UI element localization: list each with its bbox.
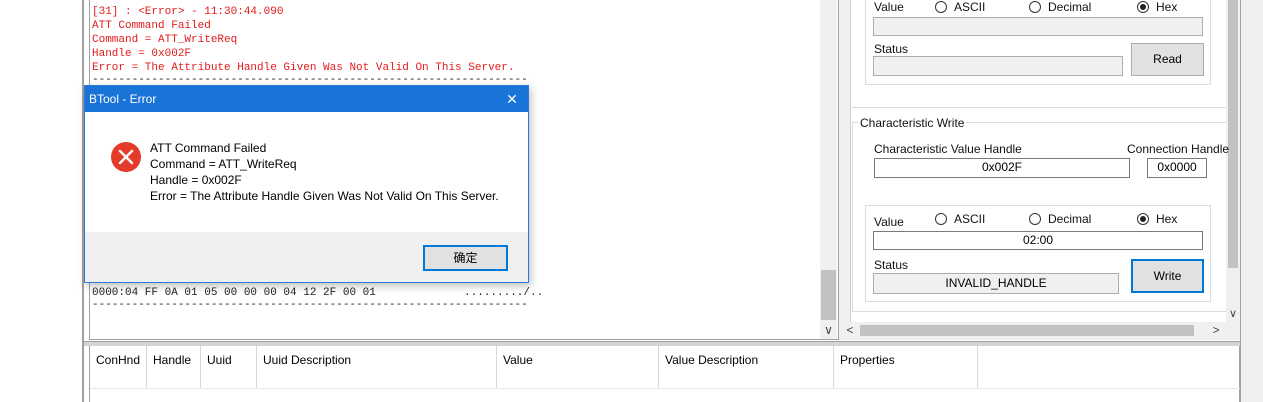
write-status-label: Status: [874, 258, 909, 272]
log-line: Handle = 0x002F: [92, 48, 192, 60]
char-value-handle-label: Characteristic Value Handle: [874, 142, 1022, 156]
read-value-label: Value: [874, 0, 904, 14]
connection-handle-label: Connection Handle: [1127, 142, 1230, 156]
log-line: ATT Command Failed: [92, 20, 211, 32]
table-header-underline: [90, 388, 1241, 389]
right-hscrollbar-thumb[interactable]: [860, 325, 1194, 336]
dialog-titlebar: BTool - Error ✕: [85, 86, 528, 112]
read-hex-radio[interactable]: [1137, 1, 1149, 13]
read-ascii-label: ASCII: [954, 0, 986, 14]
scroll-right-icon[interactable]: >: [1208, 322, 1224, 339]
write-ascii-label: ASCII: [954, 212, 986, 226]
read-value-field[interactable]: [873, 17, 1203, 36]
read-decimal-radio[interactable]: [1029, 1, 1041, 13]
error-dialog: BTool - Error ✕ ATT Command Failed Comma…: [84, 85, 529, 283]
dialog-message-line: Error = The Attribute Handle Given Was N…: [150, 189, 499, 203]
read-status-label: Status: [874, 42, 909, 56]
scroll-down-icon[interactable]: ∨: [820, 322, 837, 339]
log-line: Command = ATT_WriteReq: [92, 34, 238, 46]
right-vscrollbar[interactable]: ∨: [1226, 0, 1240, 322]
right-vscrollbar-thumb[interactable]: [1228, 0, 1238, 268]
log-bottom-border: [89, 339, 838, 340]
char-value-handle-input[interactable]: 0x002F: [874, 158, 1130, 178]
scroll-left-icon[interactable]: <: [842, 322, 858, 339]
log-scrollbar-thumb[interactable]: [821, 270, 836, 320]
right-window-edge: [1240, 0, 1263, 402]
log-separator: ----------------------------------------…: [92, 299, 528, 311]
scroll-down-icon[interactable]: ∨: [1226, 306, 1240, 322]
write-decimal-radio[interactable]: [1029, 213, 1041, 225]
read-button[interactable]: Read: [1131, 43, 1204, 76]
write-button[interactable]: Write: [1131, 259, 1204, 293]
column-header-conhnd[interactable]: ConHnd: [90, 346, 147, 388]
column-header-value-description[interactable]: Value Description: [659, 346, 834, 388]
connection-handle-input[interactable]: 0x0000: [1147, 158, 1207, 178]
read-hex-label: Hex: [1156, 0, 1178, 14]
dialog-title: BTool - Error: [89, 92, 157, 106]
write-value-label: Value: [874, 215, 904, 229]
write-status-field: INVALID_HANDLE: [873, 273, 1119, 294]
write-hex-radio[interactable]: [1137, 213, 1149, 225]
read-ascii-radio[interactable]: [935, 1, 947, 13]
write-groupbox-title: Characteristic Write: [858, 116, 967, 130]
column-header-handle[interactable]: Handle: [147, 346, 201, 388]
write-decimal-label: Decimal: [1048, 212, 1092, 226]
dialog-message-line: Handle = 0x002F: [150, 173, 242, 187]
attribute-table: ConHnd Handle Uuid Uuid Description Valu…: [89, 346, 1241, 402]
right-hscrollbar[interactable]: < >: [842, 322, 1226, 339]
write-hex-label: Hex: [1156, 212, 1178, 226]
column-header-value[interactable]: Value: [497, 346, 659, 388]
column-header-uuid-description[interactable]: Uuid Description: [257, 346, 497, 388]
close-icon[interactable]: ✕: [500, 89, 524, 109]
log-scrollbar[interactable]: ∨: [820, 0, 837, 339]
write-ascii-radio[interactable]: [935, 213, 947, 225]
column-header-properties[interactable]: Properties: [834, 346, 978, 388]
dialog-message-line: Command = ATT_WriteReq: [150, 157, 297, 171]
read-decimal-label: Decimal: [1048, 0, 1092, 14]
dialog-message-line: ATT Command Failed: [150, 141, 267, 155]
dialog-button-bar: 确定: [85, 232, 528, 282]
error-icon: [111, 142, 141, 172]
ok-button[interactable]: 确定: [423, 245, 508, 271]
column-header-uuid[interactable]: Uuid: [201, 346, 257, 388]
read-section-separator: [850, 107, 1226, 108]
read-status-field: [873, 56, 1123, 76]
write-value-input[interactable]: 02:00: [873, 231, 1203, 250]
log-entry-header: [31] : <Error> - 11:30:44.090: [92, 6, 284, 18]
